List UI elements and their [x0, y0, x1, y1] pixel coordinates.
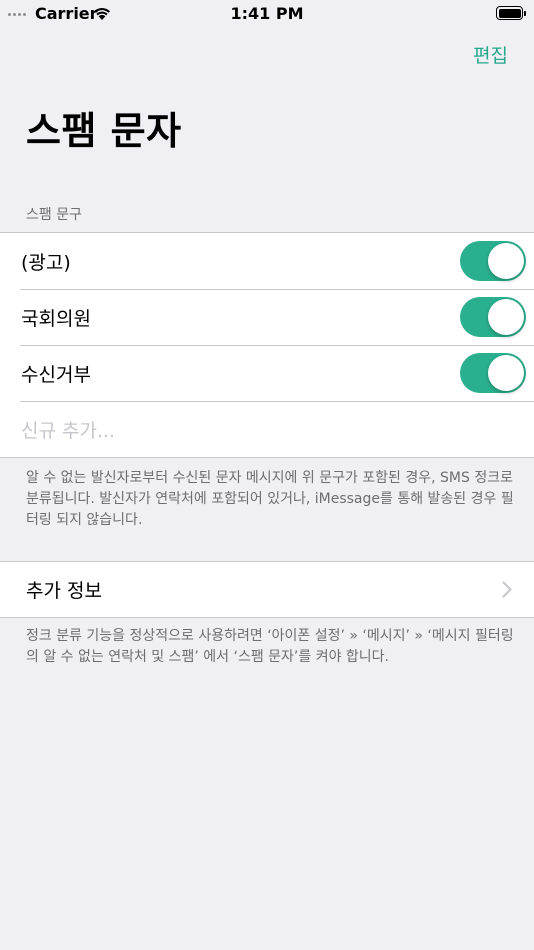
spam-phrase-toggle[interactable]	[460, 297, 526, 337]
page-title: 스팸 문자	[26, 109, 182, 153]
spam-phrases-header: 스팸 문구	[26, 207, 82, 223]
chevron-right-icon	[502, 581, 512, 598]
list-item[interactable]: 국회의원	[0, 289, 534, 345]
battery-icon	[496, 6, 526, 20]
list-item[interactable]: 수신거부	[0, 345, 534, 401]
more-info-row[interactable]: 추가 정보	[0, 562, 534, 617]
more-info-group: 추가 정보	[0, 561, 534, 618]
spam-phrase-label: 수신거부	[21, 363, 91, 386]
spam-phrase-label: (광고)	[21, 251, 71, 274]
spam-phrase-toggle[interactable]	[460, 353, 526, 393]
list-item[interactable]: (광고)	[0, 233, 534, 289]
spam-phrases-list: (광고) 국회의원 수신거부 신규 추가...	[0, 232, 534, 458]
status-bar: Carrier 1:41 PM	[0, 0, 534, 28]
edit-button[interactable]: 편집	[473, 41, 508, 68]
spam-phrase-toggle[interactable]	[460, 241, 526, 281]
more-info-footer: 정크 분류 기능을 정상적으로 사용하려면 ‘아이폰 설정’ » ‘메시지’ »…	[26, 628, 514, 665]
add-phrase-placeholder[interactable]: 신규 추가...	[21, 416, 115, 443]
spam-phrases-footer: 알 수 없는 발신자로부터 수신된 문자 메시지에 위 문구가 포함된 경우, …	[26, 470, 514, 528]
spam-phrase-label: 국회의원	[21, 307, 91, 330]
more-info-label: 추가 정보	[26, 580, 102, 602]
add-phrase-field[interactable]: 신규 추가...	[0, 401, 534, 457]
status-time: 1:41 PM	[230, 4, 304, 23]
